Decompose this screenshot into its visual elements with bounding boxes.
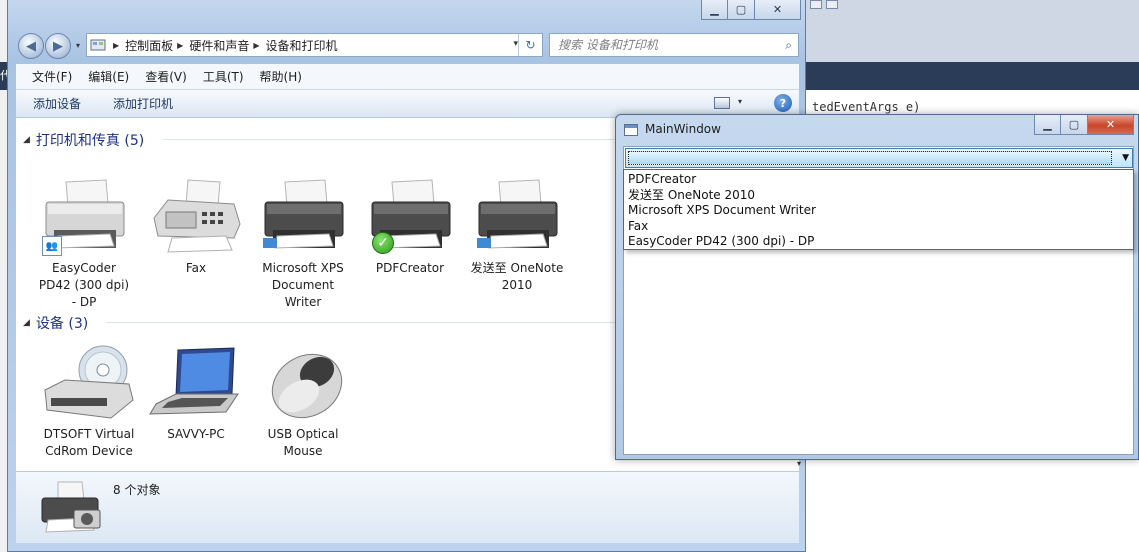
- menu-view[interactable]: 查看(V): [137, 68, 195, 85]
- device-microsoft-xps[interactable]: Microsoft XPS Document Writer: [253, 178, 353, 311]
- device-savvy-pc[interactable]: SAVVY-PC: [146, 344, 246, 443]
- add-device-button[interactable]: 添加设备: [33, 95, 81, 112]
- close-button[interactable]: ✕: [1088, 115, 1134, 135]
- device-usb-mouse[interactable]: USB Optical Mouse: [253, 344, 353, 460]
- device-easycoder-pd42[interactable]: 👥 EasyCoder PD42 (300 dpi) - DP: [34, 178, 134, 311]
- device-label: Microsoft XPS Document Writer: [262, 261, 344, 309]
- back-button[interactable]: ◀: [18, 33, 44, 59]
- explorer-caption-buttons: ▁ ▢ ✕: [701, 0, 801, 20]
- laptop-icon: [148, 344, 244, 422]
- printer-icon: ✓: [362, 178, 458, 256]
- group-title: 设备 (3): [35, 316, 89, 332]
- search-box: ⌕: [549, 33, 799, 57]
- maximize-button[interactable]: ▢: [728, 0, 755, 20]
- crumb-separator[interactable]: ▶: [177, 41, 183, 50]
- default-check-icon: ✓: [372, 232, 394, 254]
- collapse-icon[interactable]: ◢: [23, 135, 30, 145]
- printer-icon: [255, 178, 351, 256]
- close-button[interactable]: ✕: [755, 0, 801, 20]
- search-icon[interactable]: ⌕: [785, 38, 792, 53]
- dropdown-item[interactable]: Fax: [624, 219, 1133, 235]
- minimize-button[interactable]: ▁: [701, 0, 728, 20]
- search-input[interactable]: [550, 34, 770, 56]
- recent-pages-dropdown[interactable]: ▾: [76, 41, 80, 50]
- group-header-printers[interactable]: ◢ 打印机和传真 (5): [23, 130, 144, 150]
- ide-window-icon[interactable]: [826, 0, 838, 9]
- dropdown-item[interactable]: Microsoft XPS Document Writer: [624, 203, 1133, 219]
- item-count: 8 个对象: [113, 483, 161, 497]
- breadcrumb-devices-printers[interactable]: 设备和打印机: [266, 37, 338, 54]
- window-title: MainWindow: [645, 122, 721, 136]
- mainwindow-caption-buttons: ▁ ▢ ✕: [1034, 115, 1134, 135]
- menu-file[interactable]: 文件(F): [24, 68, 80, 85]
- minimize-button[interactable]: ▁: [1034, 115, 1061, 135]
- collapse-icon[interactable]: ◢: [23, 318, 30, 328]
- printer-icon: 👥: [36, 178, 132, 256]
- control-panel-icon: [87, 36, 109, 54]
- chevron-down-icon[interactable]: ▼: [1122, 153, 1129, 163]
- ide-toolbar-icons: [810, 0, 838, 12]
- cdrom-drive-icon: [41, 344, 137, 422]
- printer-combobox[interactable]: ▼: [625, 148, 1133, 168]
- window-icon[interactable]: [624, 124, 638, 136]
- menu-tools[interactable]: 工具(T): [195, 68, 252, 85]
- menu-help[interactable]: 帮助(H): [252, 68, 310, 85]
- address-bar[interactable]: ▶ 控制面板 ▶ 硬件和声音 ▶ 设备和打印机 ▾ ↻: [86, 33, 543, 57]
- refresh-button[interactable]: ↻: [518, 34, 542, 56]
- breadcrumb-hardware-sound[interactable]: 硬件和声音: [189, 37, 249, 54]
- mouse-icon: [255, 344, 351, 422]
- device-onenote[interactable]: 发送至 OneNote 2010: [467, 178, 567, 294]
- device-pdfcreator[interactable]: ✓ PDFCreator: [360, 178, 460, 277]
- breadcrumb-control-panel[interactable]: 控制面板: [125, 37, 173, 54]
- combobox-selection[interactable]: [628, 151, 1112, 165]
- device-label: SAVVY-PC: [167, 427, 225, 441]
- device-dtsoft-cdrom[interactable]: DTSOFT Virtual CdRom Device: [39, 344, 139, 460]
- dropdown-item[interactable]: PDFCreator: [624, 172, 1133, 188]
- help-icon[interactable]: ?: [774, 94, 792, 112]
- add-printer-button[interactable]: 添加打印机: [113, 95, 173, 112]
- dropdown-item[interactable]: 发送至 OneNote 2010: [624, 188, 1133, 204]
- group-title: 打印机和传真 (5): [35, 133, 145, 149]
- change-view-icon[interactable]: [714, 97, 730, 109]
- combobox-dropdown-list: PDFCreator 发送至 OneNote 2010 Microsoft XP…: [623, 169, 1134, 250]
- printer-camera-icon: [38, 480, 104, 539]
- view-options-dropdown[interactable]: ▾: [738, 97, 742, 106]
- details-pane: 8 个对象: [16, 471, 799, 543]
- menu-bar: 文件(F) 编辑(E) 查看(V) 工具(T) 帮助(H): [16, 64, 799, 89]
- menu-edit[interactable]: 编辑(E): [80, 68, 137, 85]
- ide-toolbar-area: [806, 0, 1139, 62]
- group-header-devices[interactable]: ◢ 设备 (3): [23, 313, 88, 333]
- dropdown-item[interactable]: EasyCoder PD42 (300 dpi) - DP: [624, 234, 1133, 250]
- device-label: 发送至 OneNote 2010: [470, 261, 564, 292]
- shared-user-icon: 👥: [42, 236, 62, 256]
- device-label: PDFCreator: [375, 261, 445, 275]
- device-label: USB Optical Mouse: [267, 427, 339, 458]
- device-label: Fax: [185, 261, 207, 275]
- printer-icon: [469, 178, 565, 256]
- maximize-button[interactable]: ▢: [1061, 115, 1088, 135]
- ide-window-icon[interactable]: [810, 0, 822, 9]
- crumb-separator[interactable]: ▶: [253, 41, 259, 50]
- main-window: MainWindow ▁ ▢ ✕ ▼ PDFCreator 发送至 OneNot…: [615, 114, 1139, 460]
- crumb-separator: ▶: [113, 40, 120, 50]
- device-label: DTSOFT Virtual CdRom Device: [43, 427, 135, 458]
- ide-code-fragment: tedEventArgs e): [812, 100, 921, 114]
- forward-button[interactable]: ▶: [45, 33, 71, 59]
- device-label: EasyCoder PD42 (300 dpi) - DP: [38, 261, 130, 309]
- fax-icon: [148, 178, 244, 256]
- device-fax[interactable]: Fax: [146, 178, 246, 277]
